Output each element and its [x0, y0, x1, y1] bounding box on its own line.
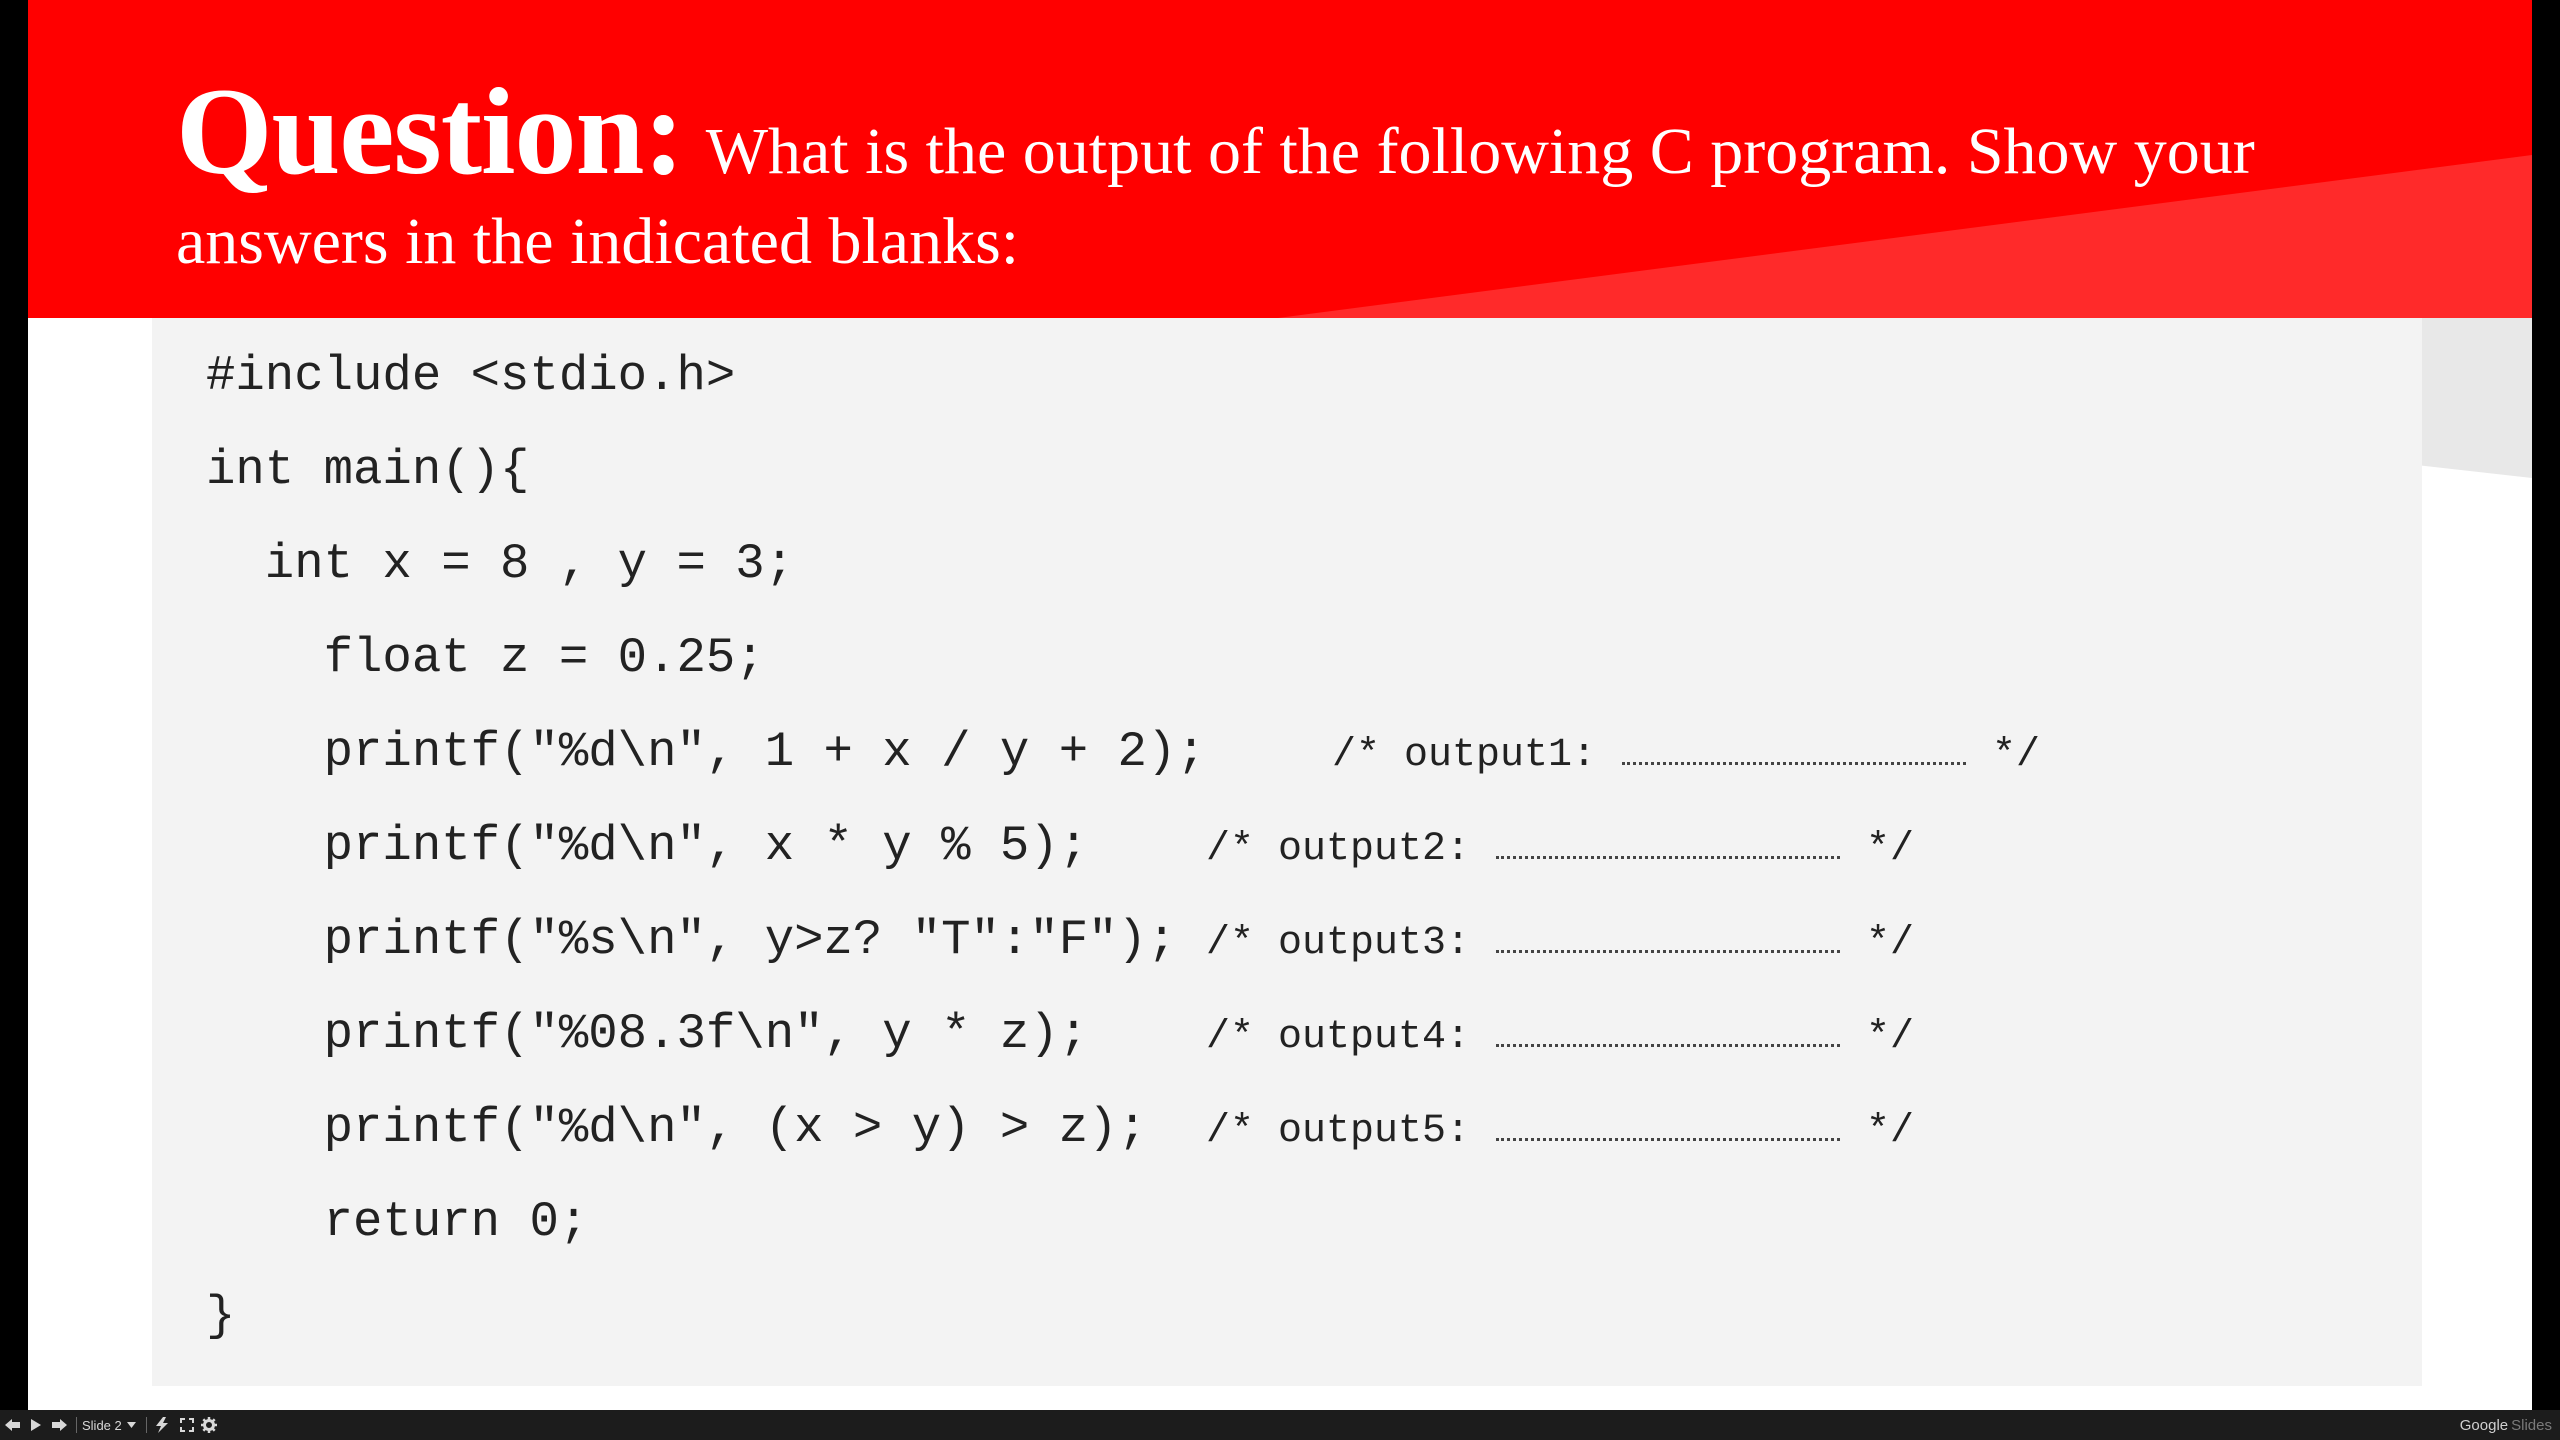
code-line-main: int main(){ — [206, 442, 530, 498]
output1-label: output1: — [1404, 733, 1597, 778]
title-banner: Question: What is the output of the follo… — [28, 0, 2532, 318]
title-question-text: What is the output of the following C pr… — [705, 115, 2255, 188]
separator — [76, 1417, 77, 1433]
comment-open: /* — [1332, 733, 1381, 778]
output4-blank — [1496, 1044, 1841, 1047]
code-block: #include <stdio.h> int main(){ int x = 8… — [152, 318, 2422, 1386]
output5-blank — [1496, 1138, 1841, 1141]
title-line-1: Question: What is the output of the follo… — [176, 70, 2476, 194]
output2-blank — [1496, 856, 1841, 859]
google-slides-brand: Google Slides — [2460, 1410, 2552, 1440]
code-line-close-brace: } — [206, 1288, 236, 1344]
output2-label: output2: — [1278, 827, 1471, 872]
output3-comment: /* output3: */ — [1206, 924, 1914, 964]
slide: Question: What is the output of the follo… — [28, 0, 2532, 1410]
code-line-return: return 0; — [206, 1194, 589, 1250]
output4-comment: /* output4: */ — [1206, 1018, 1914, 1058]
presentation-window: Question: What is the output of the follo… — [0, 0, 2560, 1440]
gear-icon[interactable] — [198, 1410, 220, 1440]
separator — [146, 1417, 147, 1433]
comment-close: */ — [1866, 1015, 1915, 1060]
code-line-include: #include <stdio.h> — [206, 348, 736, 404]
brand-slides: Slides — [2511, 1416, 2552, 1434]
slide-number-label: Slide 2 — [82, 1417, 122, 1433]
output1-blank — [1622, 762, 1967, 765]
play-icon[interactable] — [26, 1410, 46, 1440]
code-line-printf-4: printf("%08.3f\n", y * z); — [206, 1006, 1089, 1062]
comment-open: /* — [1206, 1015, 1255, 1060]
slide-title: Question: What is the output of the follo… — [176, 70, 2476, 280]
code-line-printf-3: printf("%s\n", y>z? "T":"F"); — [206, 912, 1177, 968]
code-line-printf-5: printf("%d\n", (x > y) > z); — [206, 1100, 1147, 1156]
output4-label: output4: — [1278, 1015, 1471, 1060]
brand-google: Google — [2459, 1416, 2509, 1434]
title-line-2: answers in the indicated blanks: — [176, 205, 1020, 278]
output2-comment: /* output2: */ — [1206, 830, 1914, 870]
title-question-word: Question: — [176, 63, 685, 200]
code-line-printf-2: printf("%d\n", x * y % 5); — [206, 818, 1089, 874]
output5-label: output5: — [1278, 1109, 1471, 1154]
comment-open: /* — [1206, 827, 1255, 872]
comment-open: /* — [1206, 921, 1255, 966]
comment-close: */ — [1992, 733, 2041, 778]
slide-selector[interactable]: Slide 2 — [82, 1410, 142, 1440]
comment-close: */ — [1866, 827, 1915, 872]
comment-close: */ — [1866, 1109, 1915, 1154]
code-line-printf-1: printf("%d\n", 1 + x / y + 2); — [206, 724, 1206, 780]
output5-comment: /* output5: */ — [1206, 1112, 1914, 1152]
comment-close: */ — [1866, 921, 1915, 966]
output3-blank — [1496, 950, 1841, 953]
fullscreen-icon[interactable] — [176, 1410, 198, 1440]
output1-comment: /* output1: */ — [1332, 736, 2040, 776]
chevron-down-icon — [126, 1422, 136, 1428]
presentation-controls-bar: Slide 2 Google Slides — [0, 1410, 2560, 1440]
laser-pointer-icon[interactable] — [150, 1410, 174, 1440]
next-icon[interactable] — [48, 1410, 70, 1440]
previous-icon[interactable] — [2, 1410, 24, 1440]
output3-label: output3: — [1278, 921, 1471, 966]
code-line-int-decl: int x = 8 , y = 3; — [206, 536, 795, 592]
comment-open: /* — [1206, 1109, 1255, 1154]
code-line-float-decl: float z = 0.25; — [206, 630, 765, 686]
